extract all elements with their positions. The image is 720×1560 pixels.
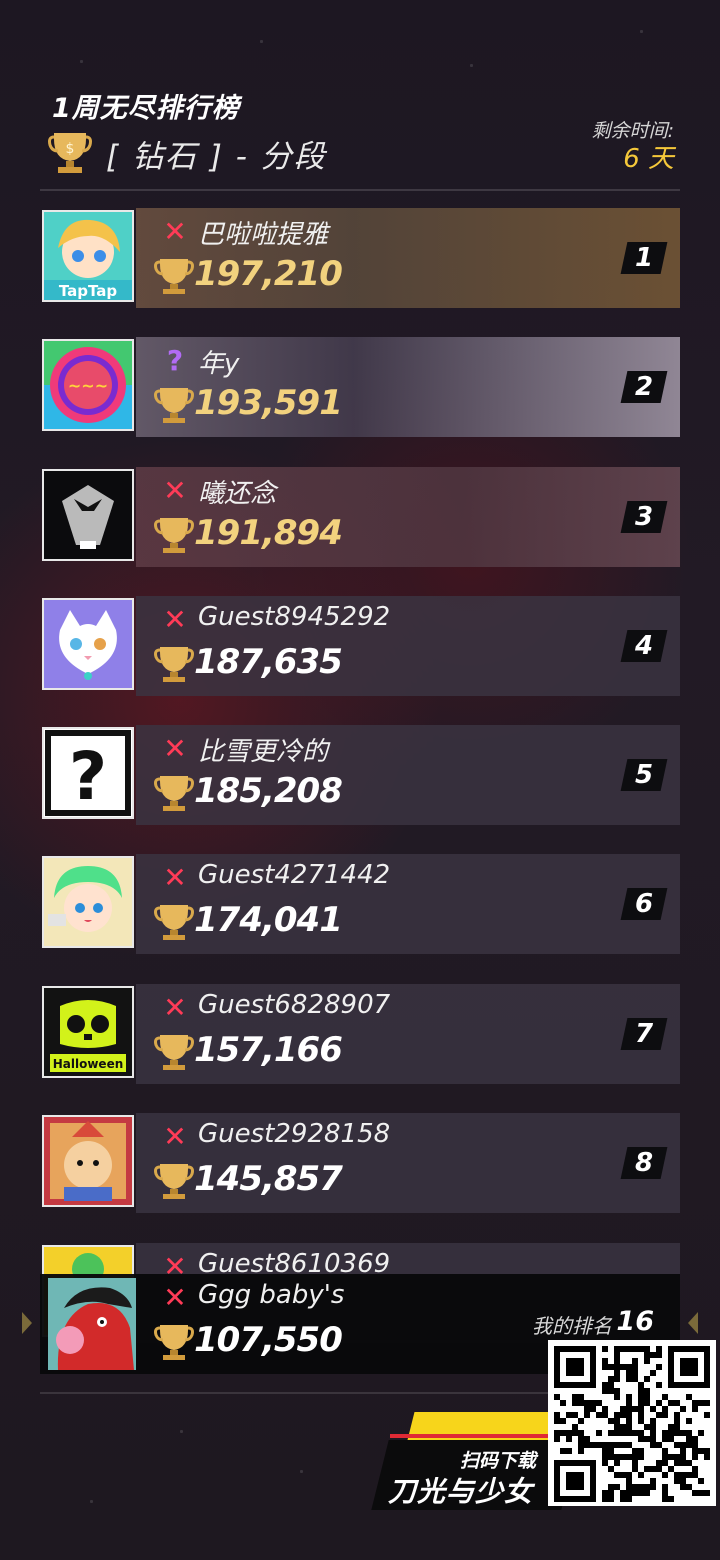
left-arrow-icon[interactable]	[22, 1312, 32, 1334]
trophy-icon	[154, 518, 194, 553]
bg-dot	[80, 60, 83, 63]
rank-number: 2	[634, 372, 654, 402]
player-name: Guest6828907	[198, 990, 391, 1020]
player-name: 曦还念	[198, 479, 277, 509]
leaderboard-row[interactable]: ✕ Guest2928158 145,857 8	[40, 1113, 680, 1213]
player-score: 187,635	[194, 642, 343, 682]
trophy-icon	[154, 259, 194, 294]
leaderboard-row[interactable]: ✕ Guest4271442 174,041 6	[40, 854, 680, 954]
leaderboard-row[interactable]: Halloween ✕ Guest6828907 157,166 7	[40, 984, 680, 1084]
bg-dot	[180, 1430, 183, 1433]
my-score: 107,550	[194, 1320, 343, 1360]
trophy-icon	[154, 776, 194, 811]
player-score: 145,857	[194, 1159, 343, 1199]
red-character-avatar-icon	[48, 1278, 140, 1370]
rank-number: 1	[634, 243, 654, 273]
svg-text:~~~: ~~~	[68, 376, 108, 395]
leaderboard-row[interactable]: ~~~? 年y 193,591 2	[40, 337, 680, 437]
player-name: Guest4271442	[198, 860, 391, 890]
my-rank-label: 我的排名	[532, 1314, 612, 1338]
tier-label: [ 钻石 ] - 分段	[106, 138, 327, 175]
player-score: 157,166	[194, 1030, 343, 1070]
bg-dot	[300, 1470, 303, 1473]
tier-row: $ [ 钻石 ] - 分段	[48, 128, 327, 178]
light-figure-avatar-icon	[42, 469, 134, 561]
svg-text:TapTap: TapTap	[59, 282, 118, 300]
player-score: 174,041	[194, 900, 343, 940]
trophy-icon	[154, 1325, 194, 1360]
trophy-icon: $	[48, 133, 92, 173]
rank-badge: 4	[620, 630, 668, 662]
player-score: 193,591	[194, 383, 343, 423]
question-mark-avatar-icon: ?	[42, 727, 134, 819]
rank-number: 7	[634, 1019, 654, 1049]
rank-badge: 6	[620, 888, 668, 920]
player-score: 185,208	[194, 771, 343, 811]
player-name: Guest2928158	[198, 1119, 391, 1149]
promo-red-line	[390, 1434, 560, 1438]
player-name: 巴啦啦提雅	[198, 220, 329, 250]
status-x-icon: ✕	[163, 215, 187, 248]
status-x-icon: ✕	[163, 732, 187, 765]
rank-badge: 5	[620, 759, 668, 791]
anime-girl-avatar-icon	[42, 856, 134, 948]
status-x-icon: ✕	[163, 1120, 187, 1153]
player-score: 197,210	[194, 254, 343, 294]
rank-badge: 8	[620, 1147, 668, 1179]
leaderboard-row[interactable]: ✕ Guest8945292 187,635 4	[40, 596, 680, 696]
right-arrow-icon[interactable]	[688, 1312, 698, 1334]
status-x-icon: ✕	[163, 1281, 187, 1314]
status-x-icon: ✕	[163, 603, 187, 636]
my-rank-value: 16	[616, 1306, 654, 1337]
status-question-icon: ?	[166, 344, 184, 377]
svg-text:$: $	[66, 141, 75, 157]
my-player-name: Ggg baby's	[198, 1280, 345, 1310]
leaderboard-screen: 1周无尽排行榜 $ [ 钻石 ] - 分段 剩余时间: 6 天 TapTap ✕ 巴…	[0, 0, 720, 1560]
rank-badge: 1	[620, 242, 668, 274]
player-name: 比雪更冷的	[198, 737, 329, 767]
remaining-time-value: 6 天	[623, 144, 674, 174]
rank-number: 6	[634, 889, 654, 919]
colorful-badge-avatar-icon: ~~~	[42, 339, 134, 431]
bg-dot	[470, 64, 473, 67]
trophy-icon	[154, 388, 194, 423]
status-x-icon: ✕	[163, 861, 187, 894]
status-x-icon: ✕	[163, 991, 187, 1024]
rank-number: 4	[634, 631, 654, 661]
promo-banner[interactable]: 扫码下载 刀光与少女	[371, 1408, 585, 1510]
svg-text:?: ?	[69, 738, 107, 815]
promo-scan-label: 扫码下载	[460, 1450, 537, 1472]
leaderboard-row[interactable]: TapTap ✕ 巴啦啦提雅 197,210 1	[40, 208, 680, 308]
rank-number: 3	[634, 502, 654, 532]
trophy-icon	[154, 1035, 194, 1070]
bg-dot	[260, 40, 263, 43]
leaderboard-row[interactable]: ✕ 曦还念 191,894 3	[40, 467, 680, 567]
status-x-icon: ✕	[163, 474, 187, 507]
player-name: Guest8945292	[198, 602, 391, 632]
qr-code-icon	[548, 1340, 716, 1506]
bg-dot	[90, 1500, 93, 1503]
character-avatar-icon	[42, 1115, 134, 1207]
header-divider	[40, 189, 680, 191]
promo-game-name: 刀光与少女	[388, 1475, 534, 1508]
svg-text:Halloween: Halloween	[53, 1057, 124, 1071]
player-name: 年y	[198, 349, 240, 379]
white-cat-avatar-icon	[42, 598, 134, 690]
halloween-skull-avatar-icon: Halloween	[42, 986, 134, 1078]
rank-number: 5	[634, 760, 654, 790]
trophy-icon	[154, 647, 194, 682]
trophy-icon	[154, 1164, 194, 1199]
taptap-avatar-icon: TapTap	[42, 210, 134, 302]
rank-badge: 3	[620, 501, 668, 533]
trophy-icon	[154, 905, 194, 940]
player-score: 191,894	[194, 513, 343, 553]
leaderboard-title: 1周无尽排行榜	[52, 93, 240, 124]
rank-badge: 7	[620, 1018, 668, 1050]
bg-dot	[640, 30, 643, 33]
rank-number: 8	[634, 1148, 654, 1178]
leaderboard-row[interactable]: ? ✕ 比雪更冷的 185,208 5	[40, 725, 680, 825]
rank-badge: 2	[620, 371, 668, 403]
